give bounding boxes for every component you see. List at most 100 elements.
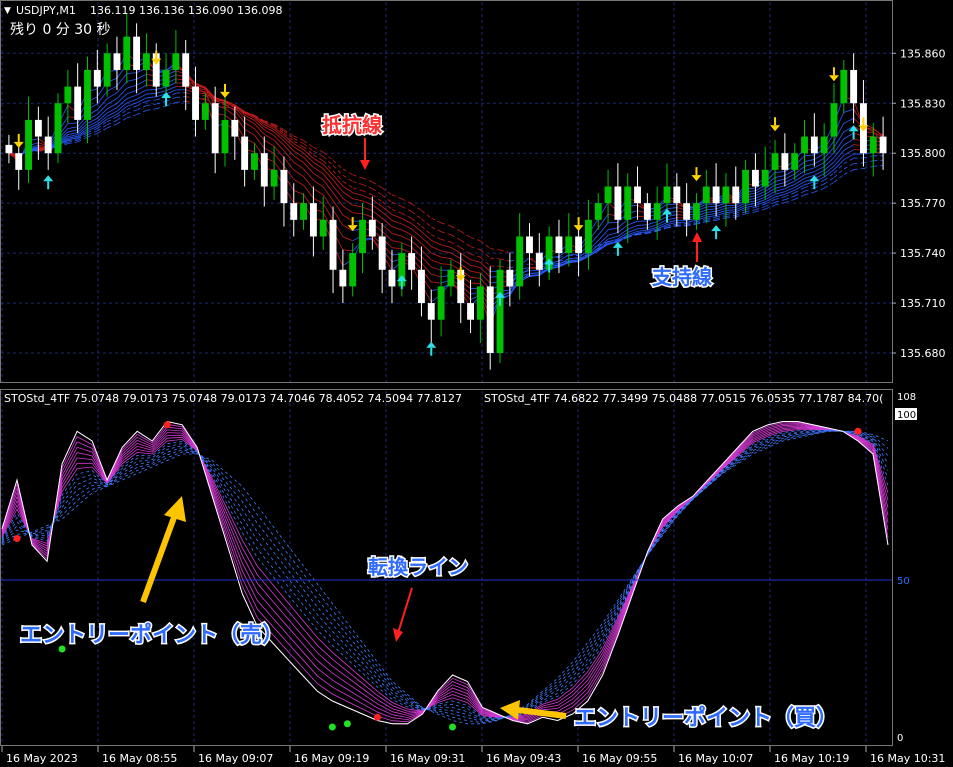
svg-text:支持線: 支持線 <box>652 265 712 289</box>
indicator-values-1: STOStd_4TF 75.0748 79.0173 75.0748 79.01… <box>4 392 462 405</box>
candle-body <box>830 103 838 137</box>
time-tick-label: 16 May 08:55 <box>102 752 177 765</box>
candle-body <box>614 186 622 220</box>
candle-body <box>290 203 298 220</box>
time-tick-label: 16 May 09:55 <box>582 752 657 765</box>
time-tick-label: 16 May 09:19 <box>294 752 369 765</box>
candle-body <box>722 186 730 204</box>
candle-body <box>349 253 357 287</box>
sell-signal-dot <box>163 421 171 429</box>
candle-body <box>486 286 494 354</box>
price-tick-label: 135.710 <box>900 297 946 310</box>
svg-text:転換ライン: 転換ライン <box>368 555 468 579</box>
candle-body <box>693 203 700 220</box>
candle-body <box>54 103 62 154</box>
candle-body <box>702 186 710 204</box>
candle <box>496 259 504 364</box>
candle-body <box>476 286 484 320</box>
candle-body <box>634 186 641 204</box>
candle-body <box>467 303 474 320</box>
candle-body <box>624 186 632 220</box>
candle-body <box>594 203 602 220</box>
ma-band-segment <box>725 207 736 209</box>
candle-body <box>25 119 32 170</box>
candle-body <box>427 303 435 320</box>
candle-body <box>34 119 42 137</box>
candle-body <box>359 219 366 254</box>
price-tick-label: 135.680 <box>900 347 946 360</box>
candle-body <box>378 236 386 270</box>
osc-tick-108: 108 <box>897 392 916 403</box>
symbol-label: USDJPY,M1 <box>16 4 76 17</box>
sell-signal-dot <box>373 713 381 721</box>
candle-body <box>388 269 396 287</box>
price-tick-label: 135.740 <box>900 247 946 260</box>
menu-triangle-icon[interactable]: ▼ <box>4 6 11 16</box>
candle-body <box>555 236 563 254</box>
candle-body <box>584 219 592 254</box>
candle-body <box>172 53 180 70</box>
candle-body <box>5 144 13 154</box>
candle-body <box>761 169 769 187</box>
candle-body <box>565 236 573 254</box>
price-tick-label: 135.770 <box>900 197 946 210</box>
candle-body <box>408 253 416 270</box>
buy-signal-dot <box>449 723 457 731</box>
candle-body <box>368 219 376 237</box>
candle-body <box>771 153 779 170</box>
osc-tick-50: 50 <box>897 576 910 587</box>
candle-body <box>801 136 808 154</box>
time-tick-label: 16 May 2023 <box>6 752 78 765</box>
candle-body <box>604 186 612 204</box>
candle-body <box>447 269 455 287</box>
ohlc-values: 136.119 136.136 136.090 136.098 <box>90 4 282 17</box>
time-tick-label: 16 May 10:07 <box>678 752 753 765</box>
buy-signal-dot <box>343 720 351 728</box>
candle-body <box>300 203 308 220</box>
candle-body <box>221 119 229 154</box>
candle-body <box>251 153 258 170</box>
sell-signal-dot <box>854 427 862 435</box>
candle-body <box>201 103 209 120</box>
candle-body <box>319 219 327 237</box>
svg-text:エントリーポイント（買）: エントリーポイント（買） <box>574 705 838 731</box>
candle-body <box>791 153 799 170</box>
candle-body <box>496 269 504 354</box>
candle-body <box>84 69 91 120</box>
candle-body <box>142 53 150 70</box>
candle-body <box>820 136 828 154</box>
svg-text:抵抗線: 抵抗線 <box>322 113 382 137</box>
price-tick-label: 135.830 <box>900 97 946 110</box>
candle-body <box>64 86 72 104</box>
candle-body <box>123 36 131 70</box>
time-tick-label: 16 May 09:07 <box>198 752 273 765</box>
candle-body <box>44 136 52 154</box>
candle-body <box>751 169 759 187</box>
price-tick-label: 135.860 <box>900 47 946 60</box>
candle-body <box>418 269 425 304</box>
candle-body <box>810 136 818 154</box>
ma-band-segment <box>706 205 717 208</box>
candle-body <box>742 169 750 204</box>
candle-body <box>133 36 141 70</box>
candle-body <box>879 136 887 154</box>
price-tick-label: 135.800 <box>900 147 946 160</box>
candle-body <box>182 53 190 87</box>
candle <box>54 93 62 164</box>
sell-signal-dot <box>13 535 21 542</box>
candle-body <box>103 53 111 87</box>
candle-body <box>575 236 583 254</box>
indicator-values-2: STOStd_4TF 74.6822 77.3499 75.0488 77.05… <box>484 392 883 405</box>
candle-body <box>309 203 317 237</box>
candle-body <box>211 103 219 154</box>
candle-body <box>732 186 740 204</box>
candle-body <box>192 86 199 120</box>
svg-text:エントリーポイント（売）: エントリーポイント（売） <box>20 622 284 648</box>
candle-body <box>869 136 877 154</box>
time-tick-label: 16 May 09:31 <box>390 752 465 765</box>
candle-body <box>653 203 661 220</box>
buy-signal-dot <box>328 723 336 731</box>
candle-body <box>673 186 681 204</box>
candle-body <box>74 86 82 120</box>
candle-body <box>280 169 288 204</box>
